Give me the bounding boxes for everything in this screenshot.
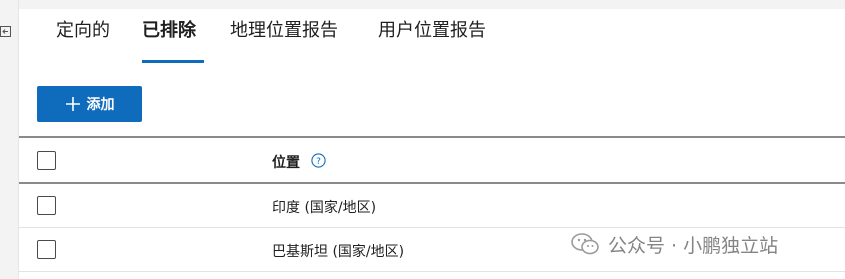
- row-checkbox[interactable]: [37, 240, 56, 259]
- tab-geo-location-report[interactable]: 地理位置报告: [230, 17, 355, 63]
- help-icon[interactable]: ?: [311, 153, 326, 168]
- tab-excluded[interactable]: 已排除: [142, 17, 204, 63]
- collapse-panel-icon[interactable]: [0, 26, 12, 38]
- watermark-text: 公众号 · 小鹏独立站: [608, 234, 779, 257]
- tab-user-location-report[interactable]: 用户位置报告: [378, 17, 503, 63]
- table-row[interactable]: 印度 (国家/地区): [19, 184, 845, 228]
- plus-icon: [65, 97, 80, 111]
- left-gutter: [0, 0, 19, 279]
- wechat-logo-icon: [571, 233, 599, 255]
- tab-label: 用户位置报告: [378, 20, 486, 41]
- active-tab-indicator: [142, 60, 204, 63]
- select-all-checkbox[interactable]: [37, 151, 56, 170]
- column-header-location[interactable]: 位置: [272, 152, 300, 172]
- tab-targeted[interactable]: 定向的: [56, 17, 116, 63]
- tab-label: 已排除: [142, 20, 196, 41]
- tab-label: 地理位置报告: [230, 20, 338, 41]
- location-cell: 巴基斯坦 (国家/地区): [272, 244, 405, 260]
- watermark: 公众号 · 小鹏独立站: [570, 228, 778, 260]
- table-header-row: 位置 ?: [19, 138, 845, 183]
- location-cell: 印度 (国家/地区): [272, 200, 377, 216]
- row-checkbox[interactable]: [37, 196, 56, 215]
- add-button-label: 添加: [86, 97, 115, 113]
- svg-text:?: ?: [316, 157, 321, 167]
- tab-label: 定向的: [56, 20, 110, 41]
- add-button[interactable]: 添加: [37, 86, 142, 122]
